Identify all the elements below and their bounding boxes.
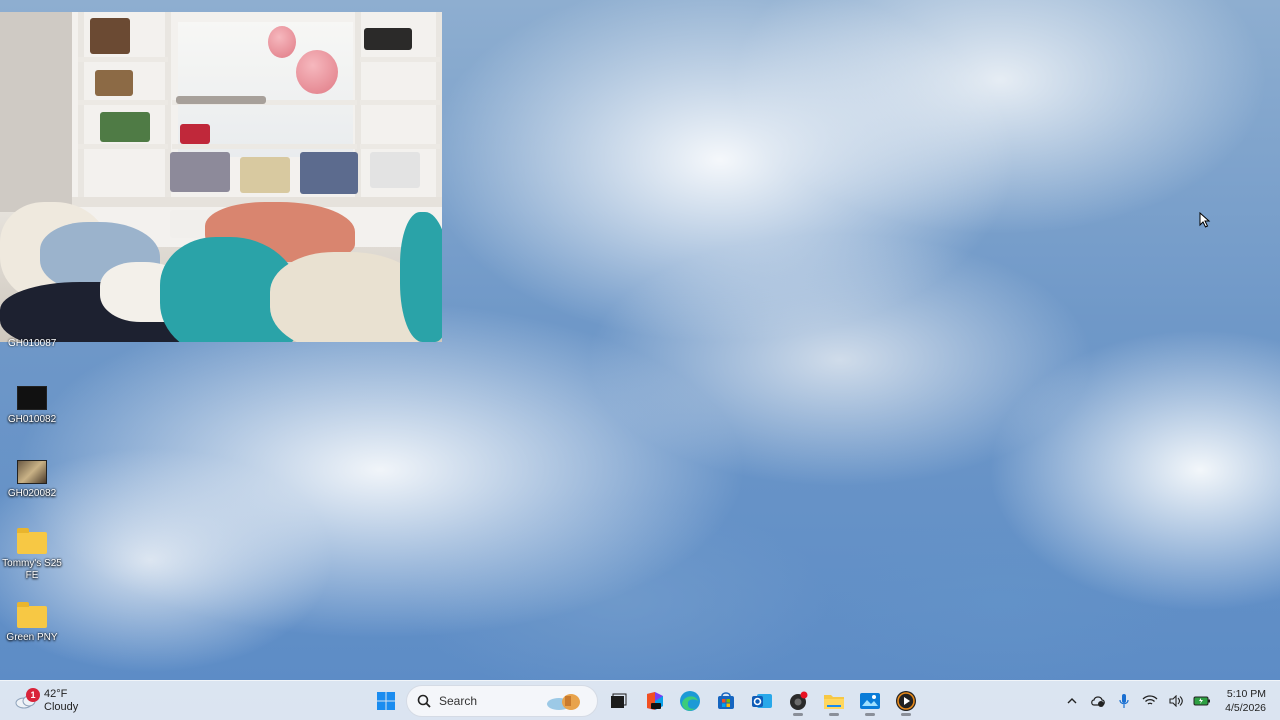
office-icon [647,692,663,710]
play-icon [896,691,916,711]
desktop-icon-label-partial: GH010087 [8,338,57,349]
weather-condition: Cloudy [44,701,79,713]
windows-logo-icon [377,692,395,710]
desktop-icon-label: Green PNY [6,632,58,643]
file-explorer-button[interactable] [816,685,852,717]
chevron-up-icon [1067,698,1077,704]
clock-time: 5:10 PM [1226,688,1266,700]
desktop-icon-folder[interactable]: Green PNY [0,602,64,644]
wifi-icon [1142,695,1158,705]
desktop-icon-video[interactable]: GH020082 [0,460,64,500]
weather-widget[interactable]: 1 42°F Cloudy [14,685,78,717]
show-hidden-icons-button[interactable] [1059,685,1085,717]
search-highlight-illustration-icon [547,694,580,710]
photos-icon [860,693,880,709]
weather-temperature: 42°F [44,688,68,700]
volume-tray-button[interactable] [1163,685,1189,717]
microphone-icon [1119,694,1129,708]
edge-button[interactable] [672,685,708,717]
cloud-sync-icon [1091,696,1105,707]
photos-button[interactable] [852,685,888,717]
desktop-icon-label: GH010082 [7,414,57,425]
mouse-cursor-icon [1199,212,1211,228]
media-player-button[interactable] [888,685,924,717]
battery-charging-icon [1193,696,1211,706]
taskbar-search[interactable] [406,685,598,717]
speaker-icon [1169,695,1183,707]
desktop-icon-folder[interactable]: Tommy's S25 FE [0,528,64,582]
desktop-icon-video[interactable]: GH010082 [0,386,64,426]
outlook-icon [752,694,772,708]
store-icon [718,692,734,709]
microsoft-365-button[interactable] [636,685,672,717]
folder-icon [17,528,47,554]
folder-icon [17,602,47,628]
camera-app-button[interactable] [780,685,816,717]
cloud-weather-icon: 1 [14,688,40,710]
video-thumbnail-icon [17,386,47,410]
desktop-icon-label: GH020082 [7,488,57,499]
search-icon [417,694,431,708]
battery-tray-button[interactable] [1189,685,1215,717]
task-view-button[interactable] [600,685,636,717]
edge-icon [680,691,700,711]
taskbar-clock[interactable]: 5:10 PM 4/5/2026 [1225,687,1266,715]
video-preview-window [0,12,442,342]
desktop-icon-label: Tommy's S25 FE [2,558,62,581]
taskbar: 1 42°F Cloudy Search 5:10 PM 4/5/2026 [0,680,1280,720]
task-view-icon [611,693,627,708]
store-button[interactable] [708,685,744,717]
onedrive-tray-button[interactable] [1085,685,1111,717]
network-tray-button[interactable] [1137,685,1163,717]
microphone-tray-button[interactable] [1111,685,1137,717]
camera-icon [790,691,808,710]
clock-date: 4/5/2026 [1225,702,1266,714]
notification-badge: 1 [26,688,40,702]
start-button[interactable] [368,685,404,717]
search-input[interactable] [439,694,549,708]
outlook-button[interactable] [744,685,780,717]
folder-icon [824,695,844,709]
video-thumbnail-icon [17,460,47,484]
